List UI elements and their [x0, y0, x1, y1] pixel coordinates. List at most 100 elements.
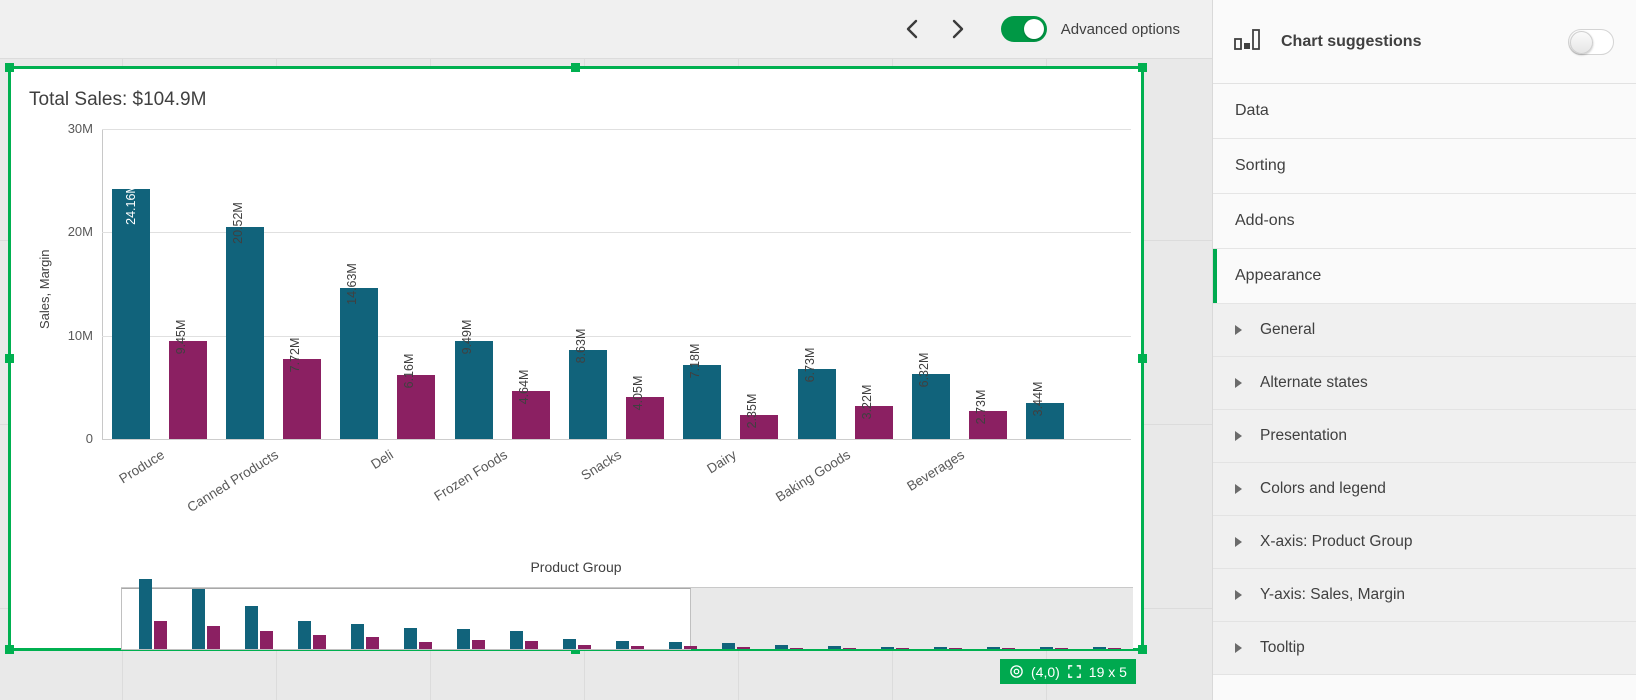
toggle-knob [1024, 19, 1044, 39]
bar-value-label: 6.73M [803, 348, 817, 383]
next-button[interactable] [935, 7, 979, 51]
bar-sales[interactable]: 7.18M [683, 365, 721, 439]
bar-group[interactable]: 14.63M 6.16M [331, 129, 445, 439]
advanced-options-label: Advanced options [1061, 21, 1180, 38]
panel-section-label: Sorting [1235, 157, 1286, 175]
bar-group[interactable]: 3.44M [1017, 129, 1131, 439]
overview-bar-group [1080, 593, 1133, 649]
bar-group[interactable]: 6.32M 2.73M [902, 129, 1016, 439]
overview-bar-sales [1040, 647, 1053, 649]
bar-sales[interactable]: 24.16M [112, 189, 150, 439]
advanced-options-control[interactable]: Advanced options [1001, 16, 1180, 42]
bar-margin[interactable]: 6.16M [397, 375, 435, 439]
chart-suggestions-row[interactable]: Chart suggestions [1213, 0, 1636, 84]
bar-margin[interactable]: 4.05M [626, 397, 664, 439]
bar-value-label: 4.05M [631, 376, 645, 411]
bar-margin[interactable]: 9.45M [169, 341, 207, 439]
previous-button[interactable] [891, 7, 935, 51]
appearance-subsection-alternate-states[interactable]: Alternate states [1213, 357, 1636, 410]
appearance-subsection-tooltip[interactable]: Tooltip [1213, 622, 1636, 675]
bar-sales[interactable]: 6.73M [798, 369, 836, 439]
overview-mini-bars [127, 593, 1133, 649]
appearance-subsection-x-axis-product-group[interactable]: X-axis: Product Group [1213, 516, 1636, 569]
bar-margin[interactable]: 7.72M [283, 359, 321, 439]
overview-bar-group [127, 593, 180, 649]
overview-bar-margin [896, 648, 909, 649]
plot-area: 24.16M 9.45M 20.52M 7.72M 14.63M 6.16M 9.49M 4.… [102, 129, 1131, 439]
bar-value-label: 4.64M [517, 370, 531, 405]
overview-bar-group [233, 593, 286, 649]
resize-handle-top-center[interactable] [571, 63, 580, 72]
appearance-subsection-colors-and-legend[interactable]: Colors and legend [1213, 463, 1636, 516]
bar-sales[interactable]: 8.63M [569, 350, 607, 439]
size-position-badge: (4,0) 19 x 5 [1000, 659, 1136, 684]
x-axis-label-cell: Snacks [559, 441, 673, 531]
x-axis-title: Product Group [11, 559, 1141, 575]
chart-title: Total Sales: $104.9M [29, 89, 206, 111]
x-axis-label[interactable]: Snacks [579, 447, 625, 483]
bar-slot: 8.63M [559, 129, 616, 439]
x-axis-label[interactable]: Dairy [704, 447, 739, 476]
bar-value-label: 3.22M [860, 384, 874, 419]
bar-margin[interactable]: 3.22M [855, 406, 893, 439]
bar-sales[interactable]: 9.49M [455, 341, 493, 439]
overview-bar-group [339, 593, 392, 649]
bar-sales[interactable]: 14.63M [340, 288, 378, 439]
bar-group[interactable]: 7.18M 2.35M [674, 129, 788, 439]
bar-margin[interactable]: 4.64M [512, 391, 550, 439]
chevron-right-icon [1235, 431, 1242, 441]
bar-sales[interactable]: 6.32M [912, 374, 950, 439]
bar-sales[interactable]: 20.52M [226, 227, 264, 439]
bar-sales[interactable]: 3.44M [1026, 403, 1064, 439]
resize-handle-bottom-left[interactable] [5, 645, 14, 654]
x-axis-label-cell: Frozen Foods [445, 441, 559, 531]
bar-group[interactable]: 9.49M 4.64M [445, 129, 559, 439]
overview-bar-sales [457, 629, 470, 649]
x-axis-label[interactable]: Deli [368, 447, 396, 472]
appearance-subsection-general[interactable]: General [1213, 304, 1636, 357]
gridline [102, 439, 1131, 440]
bar-group[interactable]: 24.16M 9.45M [102, 129, 216, 439]
panel-section-data[interactable]: Data [1213, 84, 1636, 139]
overview-bar-sales [351, 624, 364, 649]
chart-suggestions-toggle[interactable] [1568, 29, 1614, 55]
overview-bar-sales [881, 647, 894, 649]
panel-section-add-ons[interactable]: Add-ons [1213, 194, 1636, 249]
x-axis-label[interactable]: Beverages [905, 447, 968, 494]
bar-value-label: 7.72M [288, 338, 302, 373]
resize-handle-top-left[interactable] [5, 63, 14, 72]
appearance-subsection-presentation[interactable]: Presentation [1213, 410, 1636, 463]
position-target-icon [1009, 664, 1024, 679]
chart-object[interactable]: Total Sales: $104.9M Sales, Margin 30M20… [8, 66, 1144, 651]
appearance-subsections: General Alternate states Presentation Color… [1213, 304, 1636, 675]
subsection-label: Presentation [1260, 427, 1347, 445]
bar-margin[interactable]: 2.73M [969, 411, 1007, 439]
subsection-label: Colors and legend [1260, 480, 1386, 498]
chevron-right-icon [1235, 643, 1242, 653]
overview-bar-sales [192, 589, 205, 649]
overview-bar-sales [139, 579, 152, 649]
overview-bar-group [604, 593, 657, 649]
subsection-label: Alternate states [1260, 374, 1368, 392]
bar-group[interactable]: 20.52M 7.72M [216, 129, 330, 439]
overview-bar-sales [245, 606, 258, 649]
bar-value-label: 8.63M [574, 328, 588, 363]
bar-slot: 9.45M [159, 129, 216, 439]
overview-bar-margin [1002, 648, 1015, 649]
panel-section-sorting[interactable]: Sorting [1213, 139, 1636, 194]
bar-margin[interactable]: 2.35M [740, 415, 778, 439]
x-axis-label[interactable]: Produce [117, 447, 168, 486]
bar-group[interactable]: 8.63M 4.05M [559, 129, 673, 439]
appearance-subsection-y-axis-sales-margin[interactable]: Y-axis: Sales, Margin [1213, 569, 1636, 622]
panel-section-appearance[interactable]: Appearance [1213, 249, 1636, 304]
bar-group[interactable]: 6.73M 3.22M [788, 129, 902, 439]
overview-bar-margin [1055, 648, 1068, 649]
chart-scroll-overview[interactable] [121, 587, 1133, 649]
resize-handle-bottom-right[interactable] [1138, 645, 1147, 654]
y-axis-tick-label: 0 [33, 431, 93, 446]
overview-bar-sales [775, 645, 788, 649]
resize-handle-top-right[interactable] [1138, 63, 1147, 72]
resize-frame-icon [1067, 664, 1082, 679]
overview-bar-sales [510, 631, 523, 649]
advanced-options-toggle[interactable] [1001, 16, 1047, 42]
